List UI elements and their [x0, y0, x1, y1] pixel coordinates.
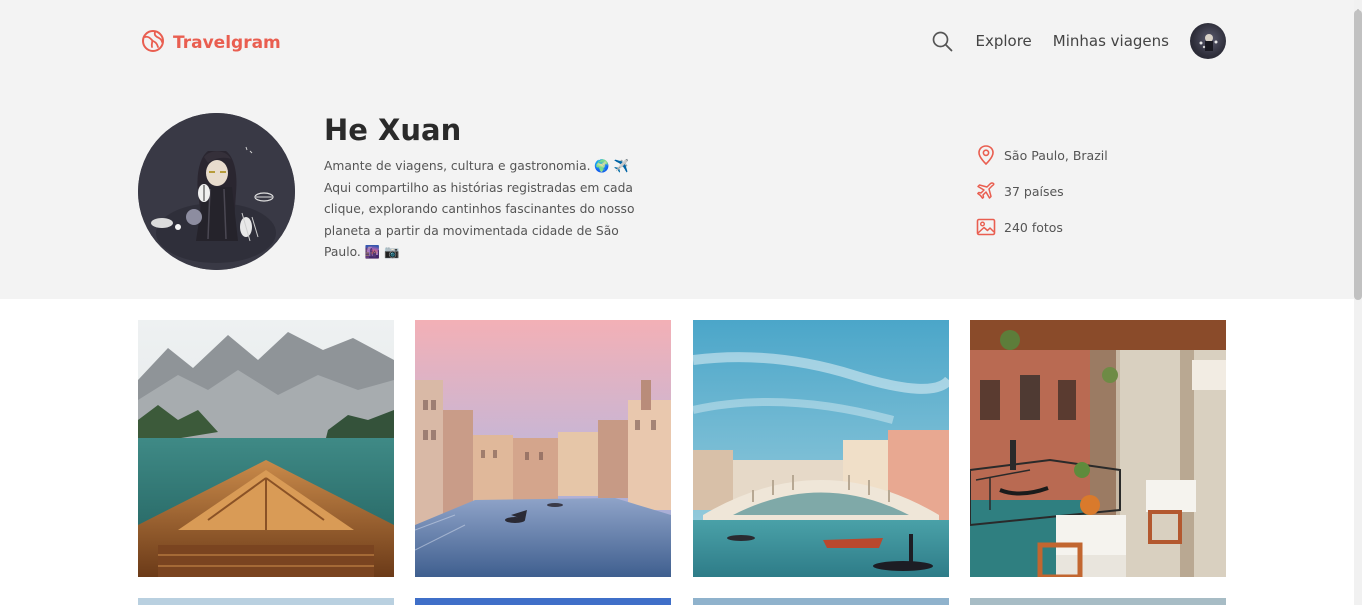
- gallery-photo-row2-3[interactable]: [693, 598, 949, 605]
- gallery-photo-row2-1[interactable]: [138, 598, 394, 605]
- gallery-photo-venice-canal[interactable]: [415, 320, 671, 577]
- search-icon[interactable]: [932, 30, 954, 52]
- nav-link-explore[interactable]: Explore: [975, 32, 1031, 50]
- gallery-photo-row2-4[interactable]: [970, 598, 1226, 605]
- profile-stats: São Paulo, Brazil 37 países 240 fotos: [976, 145, 1108, 253]
- stat-location-text: São Paulo, Brazil: [1004, 147, 1108, 163]
- gallery-photo-mountain-lake[interactable]: [138, 320, 394, 577]
- stat-photos-text: 240 fotos: [1004, 219, 1063, 235]
- top-nav: Explore Minhas viagens: [932, 23, 1226, 59]
- airplane-icon: [976, 181, 996, 201]
- app-name: Travelgram: [173, 33, 281, 53]
- stat-countries-text: 37 países: [1004, 183, 1064, 199]
- nav-link-my-trips[interactable]: Minhas viagens: [1053, 32, 1169, 50]
- profile-avatar: [138, 113, 295, 270]
- stat-photos: 240 fotos: [976, 217, 1108, 237]
- stat-countries: 37 países: [976, 181, 1108, 201]
- stat-location: São Paulo, Brazil: [976, 145, 1108, 165]
- scrollbar-thumb[interactable]: [1354, 10, 1362, 300]
- page-scrollbar[interactable]: [1354, 0, 1362, 605]
- logo[interactable]: Travelgram: [141, 29, 281, 57]
- globe-icon: [141, 29, 165, 57]
- scroll-up-arrow-icon[interactable]: [1354, 0, 1362, 13]
- profile-name: He Xuan: [324, 113, 462, 147]
- user-avatar[interactable]: [1190, 23, 1226, 59]
- profile-bio: Amante de viagens, cultura e gastronomia…: [324, 159, 635, 259]
- gallery-photo-venice-terrace[interactable]: [970, 320, 1226, 577]
- gallery-photo-rialto-bridge[interactable]: [693, 320, 949, 577]
- map-pin-icon: [976, 145, 996, 165]
- gallery-photo-row2-2[interactable]: [415, 598, 671, 605]
- image-icon: [976, 217, 996, 237]
